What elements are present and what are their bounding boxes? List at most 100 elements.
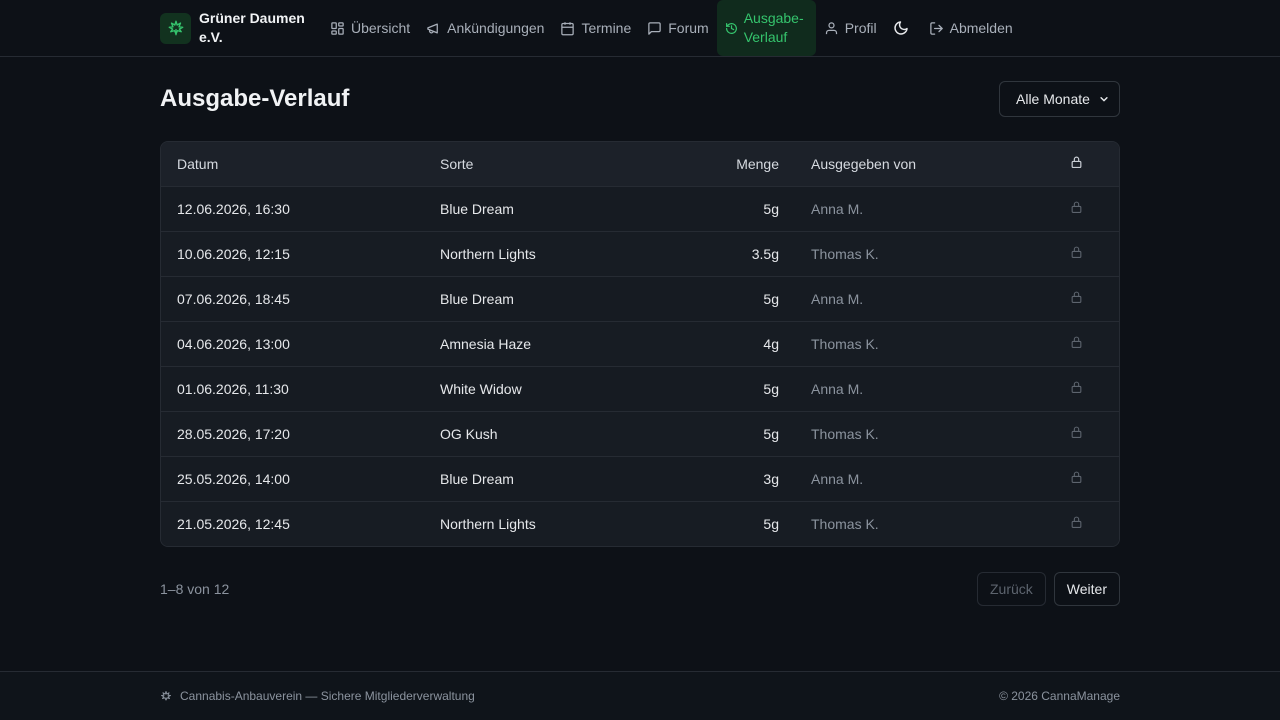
lock-icon — [1071, 246, 1081, 258]
cell-amount: 5g — [763, 425, 779, 442]
moon-icon — [893, 21, 908, 35]
table-row: 07.06.2026, 18:45 Blue Dream 5g Anna M. — [161, 276, 1119, 321]
table-row: 25.05.2026, 14:00 Blue Dream 3g Anna M. — [161, 456, 1119, 501]
nav-item-ausgabe-verlauf[interactable]: Ausgabe-Verlauf — [716, 0, 816, 56]
cell-issued-by: Thomas K. — [811, 515, 879, 532]
cell-lock — [1033, 321, 1119, 366]
cell-lock — [1033, 276, 1119, 321]
column-header-date: Datum — [177, 155, 219, 172]
cell-amount: 4g — [763, 335, 779, 352]
column-header-sort: Sorte — [440, 155, 474, 172]
cell-sort: Blue Dream — [440, 200, 514, 217]
nav-item-label: Forum — [668, 20, 709, 36]
lock-icon — [1071, 381, 1081, 393]
cell-sort: Northern Lights — [440, 515, 536, 532]
nav-item-forum[interactable]: Forum — [639, 0, 716, 56]
chat-icon — [648, 21, 661, 35]
lock-icon — [1071, 156, 1081, 169]
month-filter-select[interactable]: Alle Monate — [999, 81, 1120, 117]
month-filter-value: Alle Monate — [1016, 91, 1090, 107]
cannabis-leaf-icon — [160, 12, 191, 44]
footer: Cannabis-Anbauverein — Sichere Mitgliede… — [0, 671, 1280, 720]
table-row: 10.06.2026, 12:15 Northern Lights 3.5g Thom… — [161, 231, 1119, 276]
logout-button[interactable]: Abmelden — [921, 0, 1021, 56]
lock-icon — [1071, 471, 1081, 483]
dispensing-history-table: Datum Sorte Menge Ausgegeben von 12.06.2… — [160, 141, 1120, 547]
column-header-lock — [1033, 142, 1119, 186]
cell-issued-by: Anna M. — [811, 470, 864, 487]
next-page-button[interactable]: Weiter — [1053, 572, 1120, 606]
cell-lock — [1033, 231, 1119, 276]
nav-item-termine[interactable]: Termine — [552, 0, 639, 56]
brand-name: Grüner Daumen e.V. — [199, 10, 305, 45]
table-row: 04.06.2026, 13:00 Amnesia Haze 4g Thomas K. — [161, 321, 1119, 366]
nav-item-ankuendigungen[interactable]: Ankündigungen — [418, 0, 552, 56]
nav-item-label: Übersicht — [351, 20, 411, 36]
cell-amount: 3g — [763, 470, 779, 487]
cell-lock — [1033, 411, 1119, 456]
nav-item-label: Ankündigungen — [447, 20, 545, 36]
cell-amount: 5g — [763, 380, 779, 397]
cell-issued-by: Thomas K. — [811, 335, 879, 352]
cell-date: 12.06.2026, 16:30 — [177, 200, 290, 217]
theme-toggle-button[interactable] — [885, 0, 917, 56]
cell-amount: 5g — [763, 515, 779, 532]
cell-lock — [1033, 456, 1119, 501]
lock-icon — [1071, 426, 1081, 438]
main-nav: Übersicht Ankündigungen Termine Forum Au… — [322, 0, 1120, 56]
cell-issued-by: Thomas K. — [811, 425, 879, 442]
nav-item-uebersicht[interactable]: Übersicht — [322, 0, 418, 56]
nav-item-profil[interactable]: Profil — [816, 0, 885, 56]
lock-icon — [1071, 516, 1081, 529]
cell-amount: 5g — [763, 290, 779, 307]
lock-icon — [1071, 336, 1081, 348]
brand[interactable]: Grüner Daumen e.V. — [160, 9, 322, 47]
history-icon — [725, 22, 737, 34]
table-row: 01.06.2026, 11:30 White Widow 5g Anna M. — [161, 366, 1119, 411]
cell-date: 04.06.2026, 13:00 — [177, 335, 290, 352]
cell-amount: 3.5g — [751, 245, 779, 262]
cell-amount: 5g — [763, 200, 779, 217]
lock-icon — [1071, 291, 1081, 303]
cell-issued-by: Thomas K. — [811, 245, 879, 262]
table-header-row: Datum Sorte Menge Ausgegeben von — [161, 142, 1119, 186]
nav-item-label: Profil — [844, 20, 877, 36]
cell-sort: White Widow — [440, 380, 522, 397]
calendar-icon — [561, 21, 575, 35]
top-navigation: Grüner Daumen e.V. Übersicht Ankündigung… — [0, 0, 1280, 57]
cell-date: 21.05.2026, 12:45 — [177, 515, 290, 532]
table-row: 21.05.2026, 12:45 Northern Lights 5g Thomas… — [161, 501, 1119, 546]
logout-label: Abmelden — [949, 20, 1013, 36]
cell-issued-by: Anna M. — [811, 200, 864, 217]
megaphone-icon — [427, 23, 439, 33]
pagination: 1–8 von 12 Zurück Weiter — [160, 572, 1120, 606]
previous-page-button[interactable]: Zurück — [977, 572, 1046, 606]
logout-icon — [929, 21, 943, 35]
page-title: Ausgabe-Verlauf — [160, 85, 350, 112]
main-content: Ausgabe-Verlauf Alle Monate Datum Sorte … — [160, 81, 1120, 606]
dashboard-icon — [331, 21, 344, 35]
cell-sort: Amnesia Haze — [440, 335, 532, 352]
cell-lock — [1033, 501, 1119, 546]
lock-icon — [1071, 201, 1081, 213]
nav-item-label: Termine — [581, 20, 632, 36]
cell-sort: Northern Lights — [440, 245, 536, 262]
column-header-issued-by: Ausgegeben von — [811, 155, 917, 172]
cell-lock — [1033, 366, 1119, 411]
cell-lock — [1033, 186, 1119, 231]
cell-sort: Blue Dream — [440, 470, 514, 487]
table-row: 12.06.2026, 16:30 Blue Dream 5g Anna M. — [161, 186, 1119, 231]
cell-sort: Blue Dream — [440, 290, 514, 307]
pagination-info: 1–8 von 12 — [160, 581, 230, 597]
cell-issued-by: Anna M. — [811, 290, 864, 307]
cannabis-leaf-icon — [161, 691, 171, 701]
table-row: 28.05.2026, 17:20 OG Kush 5g Thomas K. — [161, 411, 1119, 456]
cell-issued-by: Anna M. — [811, 380, 864, 397]
cell-date: 28.05.2026, 17:20 — [177, 425, 290, 442]
cell-date: 25.05.2026, 14:00 — [177, 470, 290, 487]
chevron-down-icon — [1100, 97, 1108, 102]
nav-item-label: Ausgabe-Verlauf — [743, 10, 804, 45]
user-icon — [825, 21, 837, 34]
table-body: 12.06.2026, 16:30 Blue Dream 5g Anna M. 10.0… — [161, 186, 1119, 546]
cell-date: 10.06.2026, 12:15 — [177, 245, 290, 262]
